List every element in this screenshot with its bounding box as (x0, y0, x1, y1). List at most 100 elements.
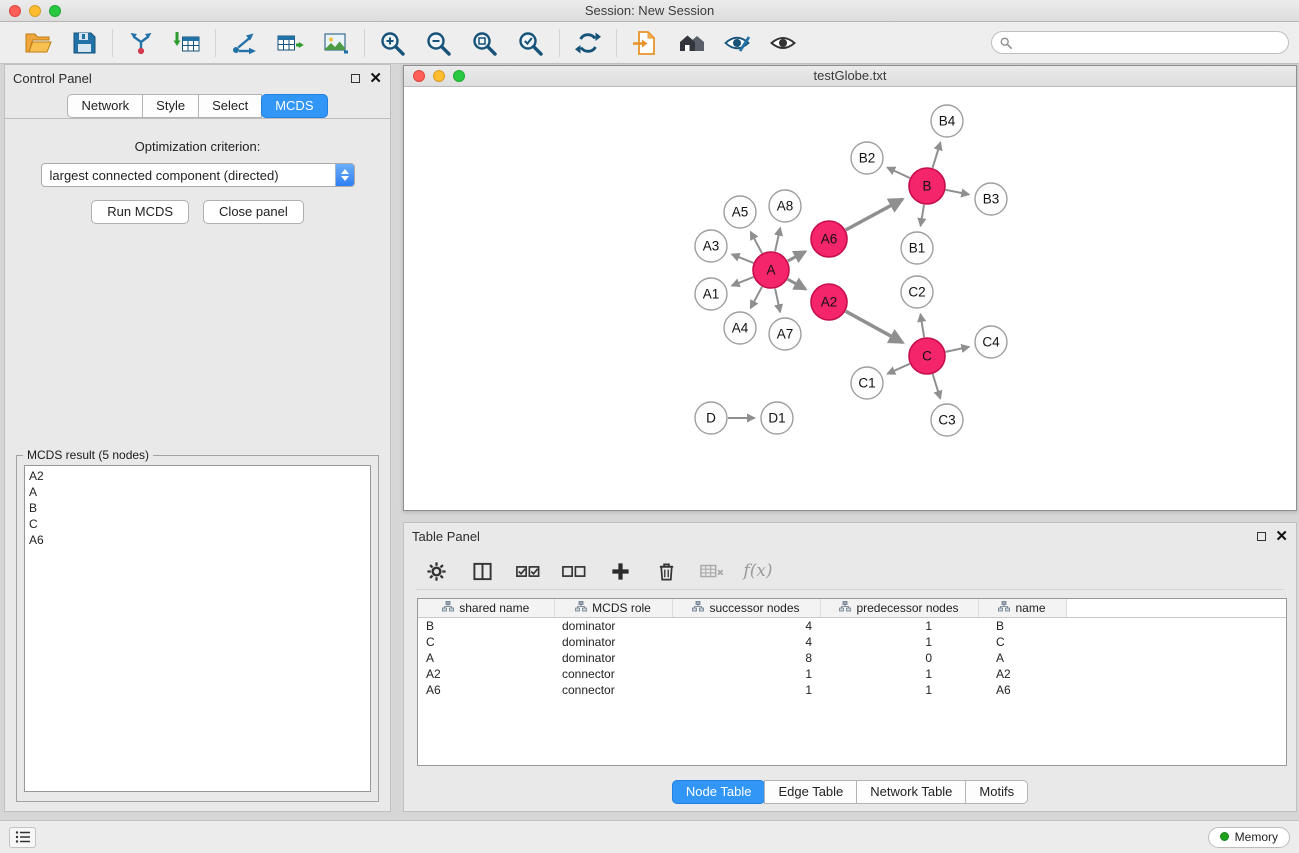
graph-edge-C-C4[interactable] (946, 347, 970, 352)
table-row[interactable]: Bdominator41B (418, 618, 1286, 634)
criterion-dropdown[interactable]: largest connected component (directed) (41, 163, 355, 187)
table-cell[interactable]: A2 (418, 666, 554, 682)
deselect-all-checkbox-icon[interactable] (562, 559, 586, 583)
table-close-panel-icon[interactable]: ✕ (1275, 529, 1288, 544)
graph-edge-B-B2[interactable] (887, 168, 910, 179)
table-cell[interactable]: A (978, 650, 1066, 666)
table-cell[interactable]: B (978, 618, 1066, 634)
export-table-icon[interactable] (275, 29, 305, 57)
delete-row-icon[interactable] (654, 559, 678, 583)
network-graph[interactable]: B4B2BB3A5A8A6A3AB1A1A2C2A4A7C4CC1DD1C3 (404, 87, 1296, 510)
table-cell[interactable]: C (418, 634, 554, 650)
result-list-item[interactable]: C (29, 516, 366, 532)
table-cell[interactable]: 8 (672, 650, 820, 666)
graph-edge-B-B3[interactable] (946, 190, 969, 195)
result-list-item[interactable]: A (29, 484, 366, 500)
column-header[interactable]: name (978, 599, 1066, 618)
graph-edge-C-C3[interactable] (933, 374, 941, 399)
memory-button[interactable]: Memory (1208, 827, 1290, 848)
table-row[interactable]: Adominator80A (418, 650, 1286, 666)
mcds-result-list[interactable]: A2ABCA6 (24, 465, 371, 792)
export-network-icon[interactable] (229, 29, 259, 57)
refresh-icon[interactable] (573, 29, 603, 57)
export-image-icon[interactable] (321, 29, 351, 57)
table-cell[interactable]: dominator (554, 650, 672, 666)
zoom-out-icon[interactable] (424, 29, 454, 57)
table-cell[interactable]: C (978, 634, 1066, 650)
gear-icon[interactable] (424, 559, 448, 583)
table-cell[interactable]: A (418, 650, 554, 666)
tab-network[interactable]: Network (67, 94, 143, 118)
select-all-checkbox-icon[interactable] (516, 559, 540, 583)
table-float-panel-icon[interactable] (1257, 532, 1266, 541)
table-cell[interactable]: connector (554, 666, 672, 682)
tab-style[interactable]: Style (142, 94, 199, 118)
tab-mcds[interactable]: MCDS (261, 94, 327, 118)
column-header[interactable]: successor nodes (672, 599, 820, 618)
network-window-titlebar[interactable]: testGlobe.txt (404, 66, 1296, 87)
graph-edge-C-C2[interactable] (921, 314, 925, 337)
graph-edge-A-A1[interactable] (732, 277, 754, 286)
search-input[interactable] (1017, 36, 1280, 50)
table-row[interactable]: Cdominator41C (418, 634, 1286, 650)
table-cell[interactable]: dominator (554, 618, 672, 634)
table-cell[interactable]: dominator (554, 634, 672, 650)
table-cell[interactable]: 1 (820, 682, 978, 698)
table-cell[interactable]: 1 (820, 666, 978, 682)
table-cell[interactable]: 1 (820, 634, 978, 650)
close-panel-button[interactable]: Close panel (203, 200, 304, 224)
table-cell[interactable]: 1 (820, 618, 978, 634)
table-cell[interactable]: 4 (672, 618, 820, 634)
folder-open-icon[interactable] (23, 29, 53, 57)
import-network-icon[interactable] (126, 29, 156, 57)
search-box[interactable] (991, 31, 1289, 54)
graph-edge-A-A8[interactable] (775, 228, 780, 252)
run-mcds-button[interactable]: Run MCDS (91, 200, 189, 224)
graph-edge-A-A6[interactable] (788, 252, 806, 262)
table-cell[interactable]: A2 (978, 666, 1066, 682)
table-cell[interactable]: B (418, 618, 554, 634)
result-list-item[interactable]: A2 (29, 468, 366, 484)
graph-edge-A-A4[interactable] (751, 287, 762, 308)
table-cell[interactable]: A6 (978, 682, 1066, 698)
graph-edge-A-A5[interactable] (751, 232, 762, 253)
document-export-icon[interactable] (630, 29, 660, 57)
table-cell[interactable]: 4 (672, 634, 820, 650)
eye-edit-icon[interactable] (722, 29, 752, 57)
column-header[interactable]: predecessor nodes (820, 599, 978, 618)
graph-edge-B-B4[interactable] (933, 142, 941, 167)
table-cell[interactable]: 1 (672, 666, 820, 682)
graph-edge-A2-C[interactable] (846, 311, 903, 342)
eye-icon[interactable] (768, 29, 798, 57)
zoom-selected-icon[interactable] (516, 29, 546, 57)
graph-edge-C-C1[interactable] (887, 364, 909, 374)
tab-network-table[interactable]: Network Table (856, 780, 966, 804)
graph-edge-A-A7[interactable] (775, 289, 780, 313)
columns-icon[interactable] (470, 559, 494, 583)
add-row-icon[interactable] (608, 559, 632, 583)
table-row[interactable]: A2connector11A2 (418, 666, 1286, 682)
column-header[interactable]: shared name (418, 599, 554, 618)
graph-edge-B-B1[interactable] (921, 205, 924, 226)
tab-node-table[interactable]: Node Table (672, 780, 766, 804)
table-cell[interactable]: 1 (672, 682, 820, 698)
tab-select[interactable]: Select (198, 94, 262, 118)
home-icon[interactable] (676, 29, 706, 57)
table-cell[interactable]: A6 (418, 682, 554, 698)
task-history-button[interactable] (9, 827, 36, 848)
column-header[interactable]: MCDS role (554, 599, 672, 618)
table-row[interactable]: A6connector11A6 (418, 682, 1286, 698)
table-cell[interactable]: 0 (820, 650, 978, 666)
tab-edge-table[interactable]: Edge Table (764, 780, 857, 804)
zoom-fit-icon[interactable] (470, 29, 500, 57)
table-cell[interactable]: connector (554, 682, 672, 698)
floppy-save-icon[interactable] (69, 29, 99, 57)
graph-edge-A-A3[interactable] (732, 254, 754, 263)
import-table-icon[interactable] (172, 29, 202, 57)
tab-motifs[interactable]: Motifs (965, 780, 1028, 804)
graph-edge-A6-B[interactable] (846, 199, 903, 230)
zoom-in-icon[interactable] (378, 29, 408, 57)
graph-edge-A-A2[interactable] (788, 279, 806, 289)
result-list-item[interactable]: A6 (29, 532, 366, 548)
float-panel-icon[interactable] (351, 74, 360, 83)
